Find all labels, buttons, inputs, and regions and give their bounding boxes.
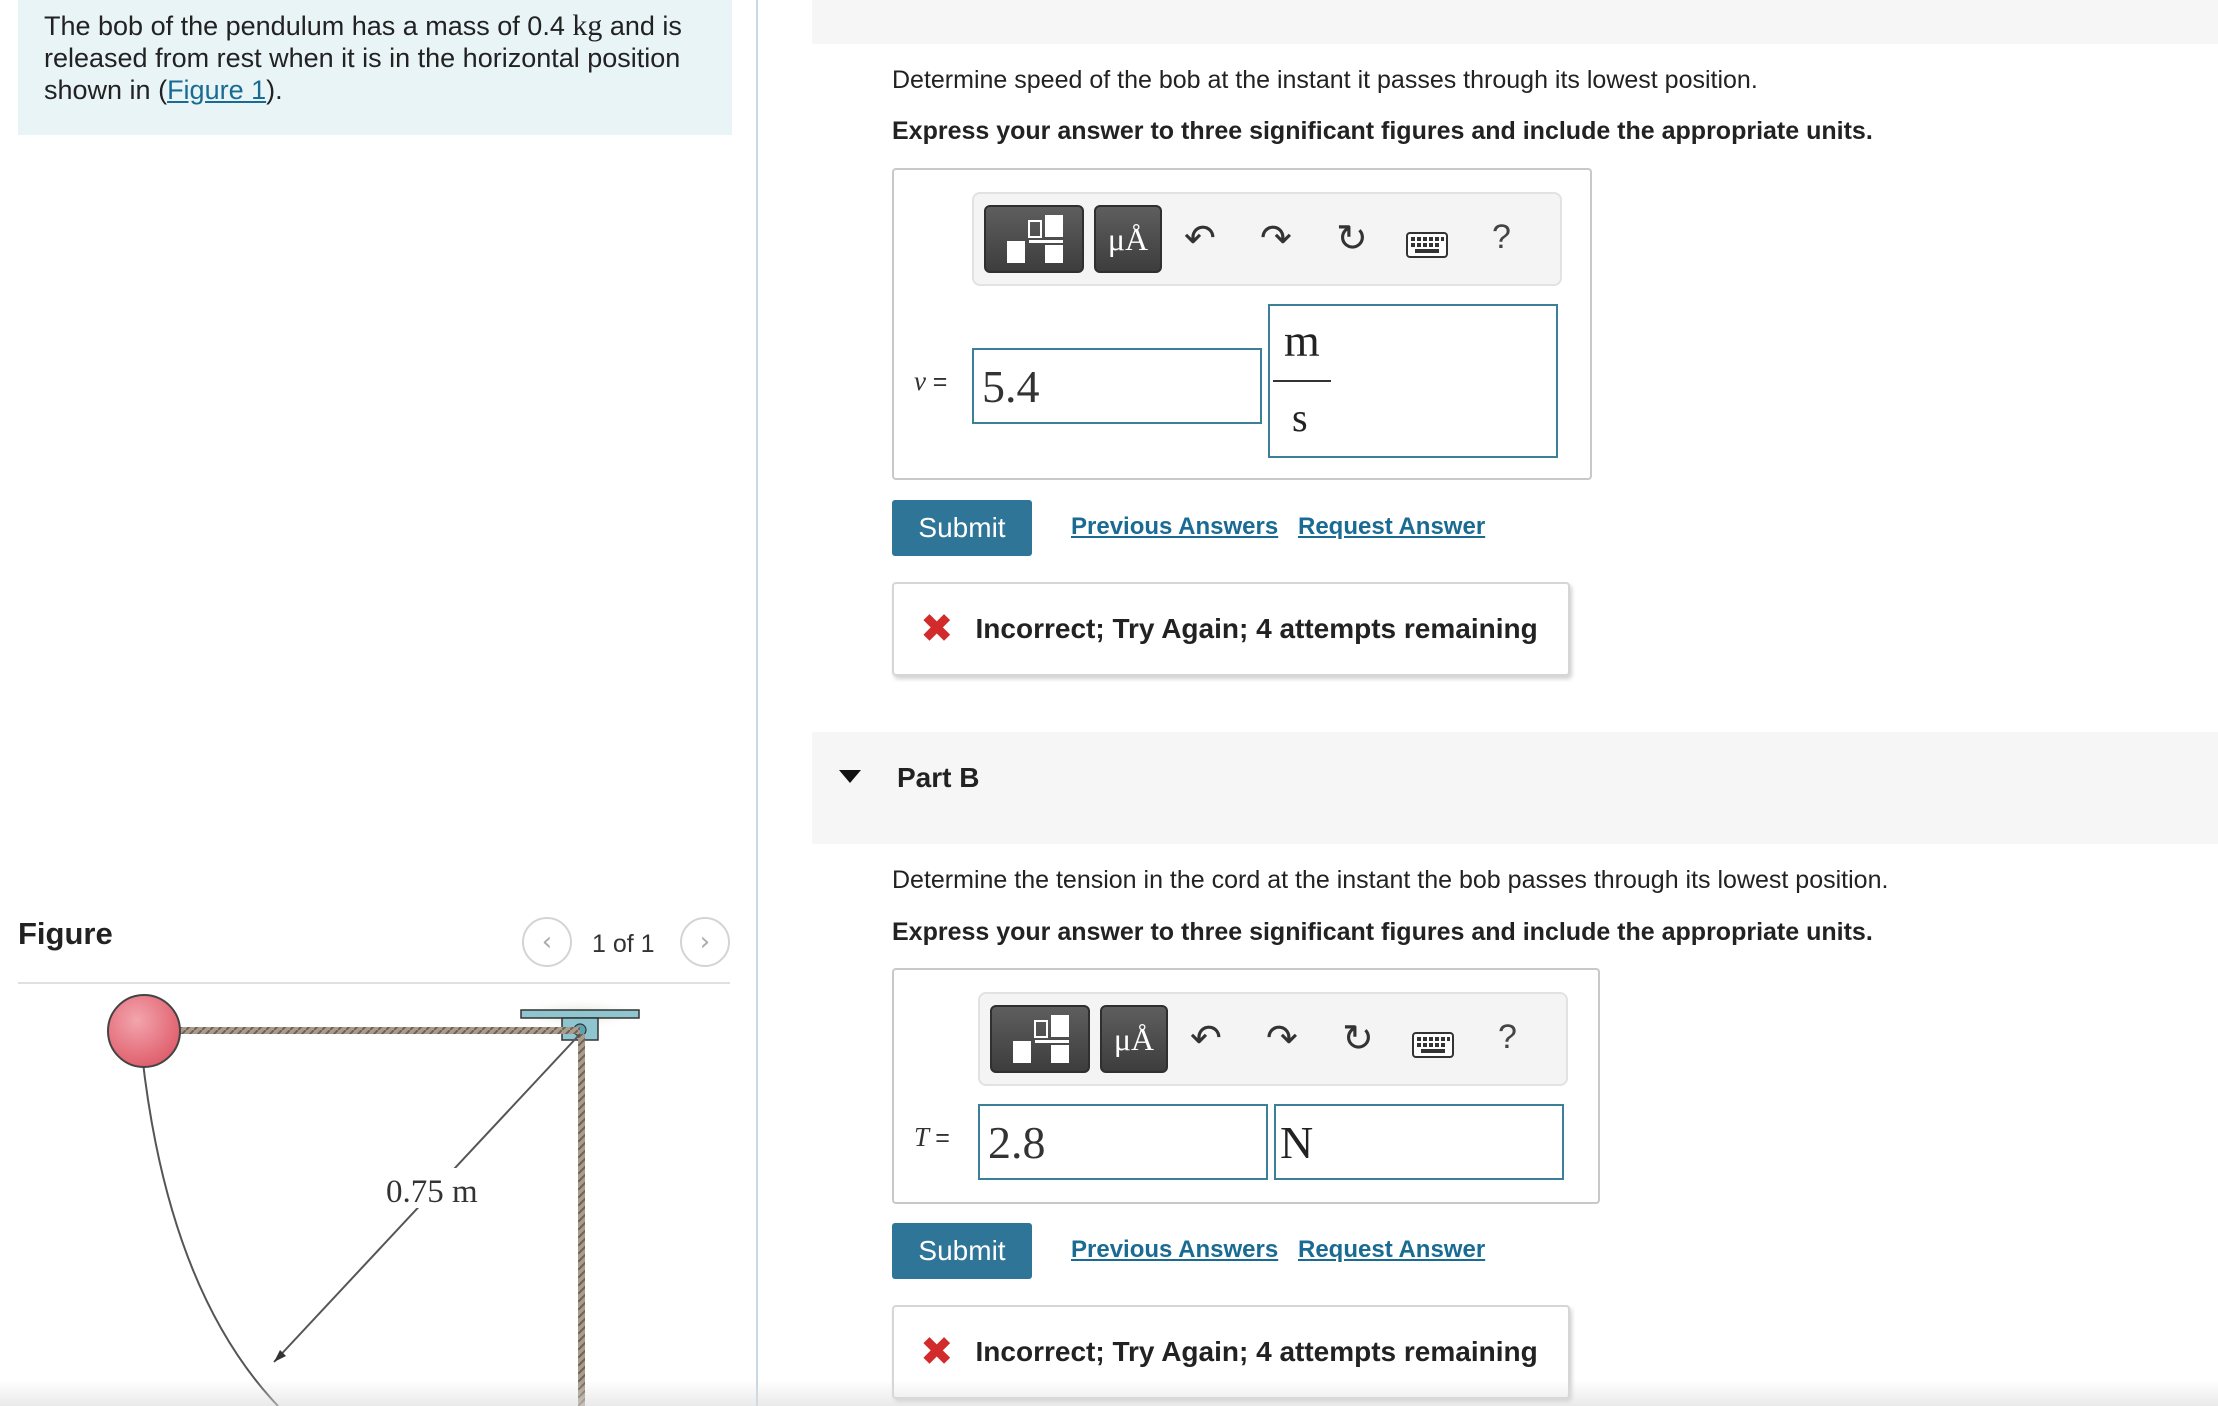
part-a-header-band [812,0,2218,44]
pendulum-figure: 0.75 m [107,994,650,1406]
template-button[interactable] [990,1005,1090,1073]
undo-icon[interactable]: ↶ [1184,216,1216,260]
part-b-value-input[interactable]: 2.8 [978,1104,1268,1180]
part-b-variable: T = [914,1122,950,1153]
part-a-feedback: ✖ Incorrect; Try Again; 4 attempts remai… [892,582,1570,676]
reset-icon[interactable]: ↻ [1336,216,1368,260]
equals-sign: = [935,1124,950,1152]
figure-counter: 1 of 1 [592,930,655,958]
units-button[interactable]: μÅ [1094,205,1162,273]
part-a-question: Determine speed of the bob at the instan… [892,66,1758,94]
swing-arc [141,1053,279,1406]
undo-icon[interactable]: ↶ [1190,1016,1222,1060]
mass-unit: kg [572,9,603,42]
figure-prev-button[interactable]: ‹ [522,917,572,967]
horizontal-cord [144,1027,580,1034]
redo-icon[interactable]: ↷ [1260,216,1292,260]
part-b-answer-box: μÅ ↶ ↷ ↻ ? T = 2.8 N [892,968,1600,1204]
figure-next-button[interactable]: › [680,917,730,967]
part-a-unit-input[interactable]: m s [1268,304,1558,458]
part-b-question: Determine the tension in the cord at the… [892,866,1889,894]
units-button[interactable]: μÅ [1100,1005,1168,1073]
part-a-instruction: Express your answer to three significant… [892,117,1873,145]
problem-text-end: ). [266,75,283,105]
chevron-right-icon: › [699,927,711,957]
keyboard-icon[interactable] [1406,232,1448,263]
variable-symbol: v [914,366,926,396]
reset-icon[interactable]: ↻ [1342,1016,1374,1060]
chevron-left-icon: ‹ [541,927,553,957]
vertical-cord [578,1034,585,1406]
part-b-request-answer-link[interactable]: Request Answer [1298,1236,1485,1264]
figure-divider [18,982,730,984]
part-a-previous-answers-link[interactable]: Previous Answers [1071,513,1278,541]
part-a-submit-button[interactable]: Submit [892,500,1032,556]
feedback-text: Incorrect; Try Again; 4 attempts remaini… [975,1336,1538,1367]
part-a-answer-box: μÅ ↶ ↷ ↻ ? v = 5.4 m s [892,168,1592,480]
problem-statement: The bob of the pendulum has a mass of 0.… [18,0,732,135]
part-b-instruction: Express your answer to three significant… [892,918,1873,946]
part-b-toolbar: μÅ ↶ ↷ ↻ ? [978,992,1568,1086]
template-button[interactable] [984,205,1084,273]
part-a-request-answer-link[interactable]: Request Answer [1298,513,1485,541]
feedback-text: Incorrect; Try Again; 4 attempts remaini… [975,613,1538,644]
length-label: 0.75 m [386,1174,478,1210]
keyboard-icon[interactable] [1412,1032,1454,1063]
part-b-header[interactable] [812,732,2218,844]
problem-text: The bob of the pendulum has a mass of 0.… [44,11,573,41]
unit-denominator: s [1292,395,1308,440]
panel-divider [756,0,758,1406]
part-a-variable: v = [914,366,947,397]
window-bottom-shadow [0,1380,2218,1406]
unit-numerator: m [1284,315,1320,366]
figure-link[interactable]: Figure 1 [167,75,266,105]
fraction-template-icon [1013,1015,1069,1063]
caret-down-icon[interactable] [839,770,861,783]
part-a-value-input[interactable]: 5.4 [972,348,1262,424]
figure-title: Figure [18,916,113,951]
equals-sign: = [932,368,948,396]
fraction-template-icon [1007,215,1063,263]
support-plate [520,1009,640,1019]
redo-icon[interactable]: ↷ [1266,1016,1298,1060]
variable-symbol: T [914,1122,929,1152]
help-button[interactable]: ? [1492,218,1511,257]
part-a-toolbar: μÅ ↶ ↷ ↻ ? [972,192,1562,286]
part-b-unit-input[interactable]: N [1274,1104,1564,1180]
part-b-previous-answers-link[interactable]: Previous Answers [1071,1236,1278,1264]
pendulum-bob [107,994,181,1068]
error-icon: ✖ [920,1329,954,1375]
part-b-title[interactable]: Part B [897,762,979,794]
part-b-submit-button[interactable]: Submit [892,1223,1032,1279]
fraction-bar [1273,380,1331,382]
error-icon: ✖ [920,606,954,652]
help-button[interactable]: ? [1498,1018,1517,1057]
